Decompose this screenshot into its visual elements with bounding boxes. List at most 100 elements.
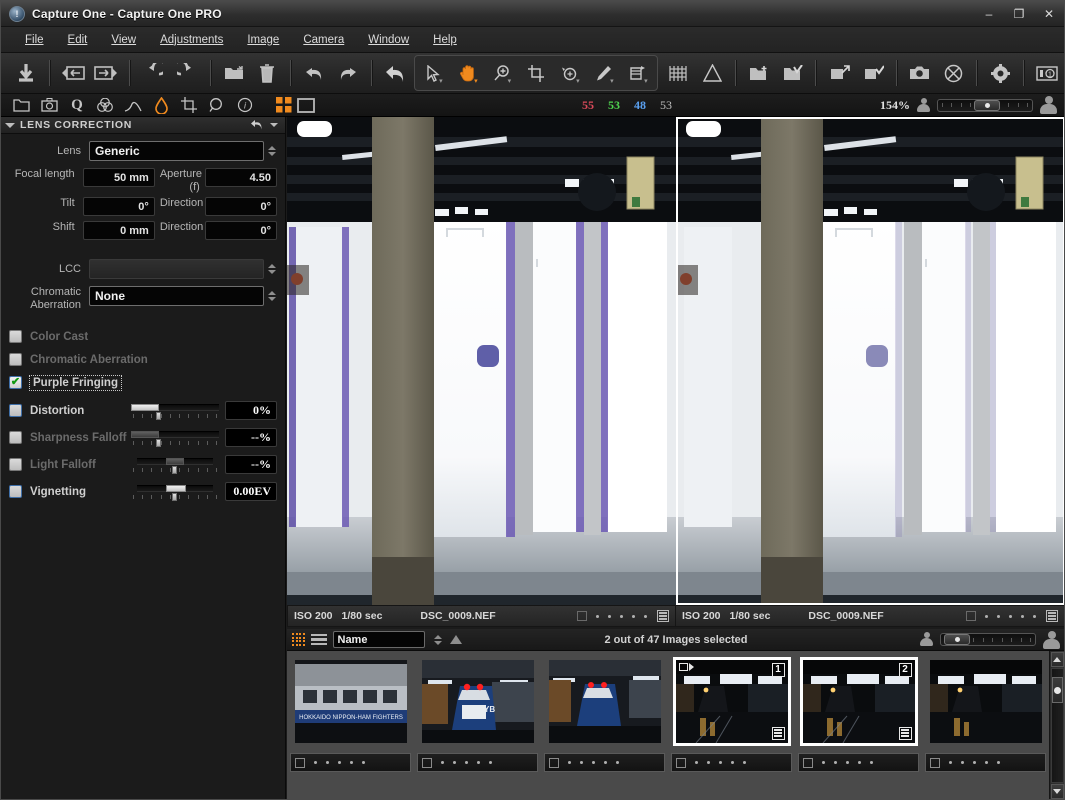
star-4[interactable] <box>604 761 607 764</box>
thumbnail-5[interactable]: 2 <box>799 656 918 746</box>
draw-pen-tool-icon[interactable]: ▾ <box>587 57 621 89</box>
star-2[interactable] <box>326 761 329 764</box>
aperture-field[interactable]: 4.50 <box>204 168 277 187</box>
sharpness-falloff-slider[interactable] <box>131 428 219 448</box>
thumbnail-3[interactable] <box>548 659 661 743</box>
color-tag-swatch[interactable] <box>966 611 976 621</box>
import-download-icon[interactable] <box>9 57 43 89</box>
star-3[interactable] <box>465 761 468 764</box>
grid-overlay-icon[interactable] <box>661 57 695 89</box>
sort-ascending-icon[interactable] <box>449 635 462 644</box>
star-3[interactable] <box>620 614 623 618</box>
rotate-left-icon[interactable] <box>136 57 170 89</box>
star-3[interactable] <box>846 761 849 764</box>
lcc-select[interactable] <box>89 259 264 279</box>
chromatic-aberration-select[interactable]: None <box>89 286 264 306</box>
thumbnail-cell-3[interactable] <box>541 651 668 751</box>
previous-image-icon[interactable] <box>56 57 90 89</box>
menu-window[interactable]: Window <box>356 31 421 49</box>
star-5[interactable] <box>870 761 873 764</box>
reset-arrow-icon[interactable] <box>250 118 263 133</box>
star-2[interactable] <box>580 761 583 764</box>
sort-spinner[interactable] <box>433 630 444 650</box>
thumbnail-4[interactable]: 1 <box>672 656 791 746</box>
thumbnail-cell-6[interactable] <box>922 651 1049 751</box>
lens-spinner[interactable] <box>266 141 277 161</box>
star-5[interactable] <box>616 761 619 764</box>
color-tag-swatch[interactable] <box>549 757 559 768</box>
thumbnail-cell-1[interactable]: HOKKAIDO NIPPON-HAM FIGHTERS <box>287 651 414 751</box>
maximize-button[interactable]: ❐ <box>1004 1 1034 27</box>
thumbnail-size-slider[interactable] <box>937 98 1033 112</box>
image-pane-right[interactable] <box>676 117 1064 605</box>
star-2[interactable] <box>997 614 1000 618</box>
vignetting-checkbox[interactable] <box>9 485 22 498</box>
shift-direction-field[interactable]: 0° <box>204 221 277 240</box>
color-tag-swatch[interactable] <box>930 757 940 768</box>
process-recipe-icon[interactable] <box>856 57 890 89</box>
scrollbar-track[interactable] <box>1050 668 1064 783</box>
star-4[interactable] <box>858 761 861 764</box>
tab-exposure[interactable] <box>119 95 147 116</box>
star-3[interactable] <box>592 761 595 764</box>
star-4[interactable] <box>632 614 635 618</box>
distortion-checkbox[interactable] <box>9 404 22 417</box>
open-folder-icon[interactable] <box>217 57 251 89</box>
thumbnail-2[interactable]: YB <box>421 659 534 743</box>
chromatic-aberration-spinner[interactable] <box>266 286 277 306</box>
scrollbar-thumb[interactable] <box>1051 677 1063 703</box>
color-tag-swatch[interactable] <box>676 757 686 768</box>
rating-box[interactable] <box>671 753 792 772</box>
thumbnail-menu-icon[interactable] <box>898 726 912 740</box>
thumbnail-cell-5[interactable]: 2 <box>795 651 922 751</box>
thumbnail-menu-icon[interactable] <box>771 726 785 740</box>
panel-header[interactable]: LENS CORRECTION <box>1 117 285 134</box>
reset-adjustments-icon[interactable] <box>378 57 412 89</box>
menu-image[interactable]: Image <box>235 31 291 49</box>
star-1[interactable] <box>441 761 444 764</box>
star-2[interactable] <box>453 761 456 764</box>
chevron-down-icon[interactable] <box>270 123 278 127</box>
thumbnail-1[interactable]: HOKKAIDO NIPPON-HAM FIGHTERS <box>294 659 407 743</box>
star-3[interactable] <box>973 761 976 764</box>
distortion-value[interactable]: 0% <box>225 401 277 420</box>
right-image-menu-icon[interactable] <box>1046 610 1058 622</box>
scroll-up-arrow-icon[interactable] <box>1050 652 1064 667</box>
single-view-mode-button[interactable] <box>295 96 317 114</box>
tab-composition[interactable] <box>175 95 203 116</box>
tab-details[interactable] <box>203 95 231 116</box>
star-1[interactable] <box>949 761 952 764</box>
menu-file[interactable]: File <box>13 31 56 49</box>
keystone-tool-icon[interactable]: ▾ <box>621 57 655 89</box>
vignetting-slider[interactable] <box>131 482 219 502</box>
rating-box[interactable] <box>925 753 1046 772</box>
tab-color[interactable] <box>91 95 119 116</box>
thumbnail-cell-4[interactable]: 1 <box>668 651 795 751</box>
menu-view[interactable]: View <box>99 31 148 49</box>
stop-capture-icon[interactable] <box>937 57 971 89</box>
capture-camera-icon[interactable] <box>903 57 937 89</box>
left-image-menu-icon[interactable] <box>657 610 669 622</box>
filmstrip-scrollbar[interactable] <box>1049 651 1064 799</box>
camera-settings-icon[interactable]: 1 <box>1030 57 1064 89</box>
lens-select[interactable]: Generic <box>89 141 264 161</box>
caret-down-icon[interactable] <box>5 122 15 128</box>
trash-icon[interactable] <box>250 57 284 89</box>
tilt-direction-field[interactable]: 0° <box>204 197 277 216</box>
light-falloff-value[interactable]: --% <box>225 455 277 474</box>
crop-tool-icon[interactable] <box>519 57 553 89</box>
right-rating-stars[interactable] <box>966 611 1036 621</box>
star-5[interactable] <box>743 761 746 764</box>
rating-box[interactable] <box>417 753 538 772</box>
sharpness-falloff-value[interactable]: --% <box>225 428 277 447</box>
star-1[interactable] <box>695 761 698 764</box>
rating-box[interactable] <box>544 753 665 772</box>
new-album-icon[interactable] <box>742 57 776 89</box>
left-rating-stars[interactable] <box>577 611 647 621</box>
rating-box[interactable] <box>290 753 411 772</box>
menu-adjustments[interactable]: Adjustments <box>148 31 235 49</box>
thumbnail-6[interactable] <box>929 659 1042 743</box>
zoom-tool-icon[interactable]: ▾ <box>485 57 519 89</box>
tilt-field[interactable]: 0° <box>82 197 155 216</box>
undo-icon[interactable] <box>297 57 331 89</box>
